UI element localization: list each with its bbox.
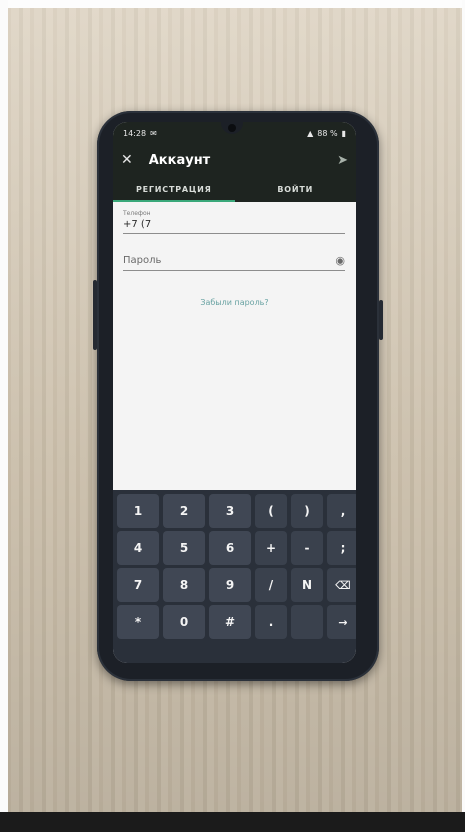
- key-6[interactable]: 6: [209, 531, 251, 565]
- status-time: 14:28: [123, 128, 147, 138]
- form-area: Телефон +7 (7 Пароль ◉ Забыли пароль?: [113, 202, 356, 490]
- key-n[interactable]: N: [291, 568, 323, 602]
- key-minus[interactable]: -: [291, 531, 323, 565]
- key-period[interactable]: .: [255, 605, 287, 639]
- phone-field[interactable]: Телефон +7 (7: [123, 210, 345, 234]
- key-8[interactable]: 8: [163, 568, 205, 602]
- password-field[interactable]: Пароль ◉: [123, 254, 345, 271]
- forgot-password-link[interactable]: Забыли пароль?: [113, 298, 356, 307]
- key-close-paren[interactable]: ): [291, 494, 323, 528]
- battery-icon: ▮: [341, 128, 346, 138]
- status-battery: 88 %: [317, 128, 338, 138]
- password-underline: [123, 270, 345, 271]
- key-0[interactable]: 0: [163, 605, 205, 639]
- volume-button: [93, 280, 97, 350]
- key-semicolon[interactable]: ;: [327, 531, 356, 565]
- key-hash[interactable]: #: [209, 605, 251, 639]
- password-input[interactable]: Пароль: [123, 255, 161, 266]
- phone-input[interactable]: +7 (7: [123, 219, 345, 230]
- phone-underline: [123, 233, 345, 234]
- tab-bar: РЕГИСТРАЦИЯ ВОЙТИ: [113, 176, 356, 202]
- key-plus[interactable]: +: [255, 531, 287, 565]
- numeric-keyboard: 1 2 3 ( ) , 4 5 6 + - ; 7 8 9 / N ⌫ * 0 …: [113, 490, 356, 663]
- notification-icon: ✉: [150, 128, 157, 138]
- phone-label: Телефон: [123, 210, 151, 217]
- page-title: Аккаунт: [148, 152, 211, 168]
- arrow-right-icon[interactable]: →: [327, 605, 356, 639]
- key-4[interactable]: 4: [117, 531, 159, 565]
- send-icon[interactable]: ➤: [337, 153, 348, 168]
- key-asterisk[interactable]: *: [117, 605, 159, 639]
- key-slash[interactable]: /: [255, 568, 287, 602]
- power-button: [379, 300, 383, 340]
- key-comma[interactable]: ,: [327, 494, 356, 528]
- key-1[interactable]: 1: [117, 494, 159, 528]
- tab-login[interactable]: ВОЙТИ: [235, 176, 357, 202]
- close-icon[interactable]: ✕: [121, 153, 133, 167]
- key-space[interactable]: [291, 605, 323, 639]
- photo-bottom-edge: [0, 812, 465, 832]
- app-bar: ✕ Аккаунт ➤: [113, 144, 356, 176]
- signal-icon: ▲: [307, 128, 314, 138]
- eye-icon[interactable]: ◉: [335, 254, 345, 267]
- key-9[interactable]: 9: [209, 568, 251, 602]
- key-5[interactable]: 5: [163, 531, 205, 565]
- phone-screen: 14:28 ✉ ▲ 88 % ▮ ✕ Аккаунт ➤ РЕГИСТРАЦИЯ…: [113, 122, 356, 663]
- front-camera: [228, 124, 236, 132]
- backspace-icon[interactable]: ⌫: [327, 568, 356, 602]
- key-open-paren[interactable]: (: [255, 494, 287, 528]
- photo-border-left: [0, 0, 8, 832]
- key-3[interactable]: 3: [209, 494, 251, 528]
- tab-registration[interactable]: РЕГИСТРАЦИЯ: [113, 176, 235, 202]
- key-2[interactable]: 2: [163, 494, 205, 528]
- key-7[interactable]: 7: [117, 568, 159, 602]
